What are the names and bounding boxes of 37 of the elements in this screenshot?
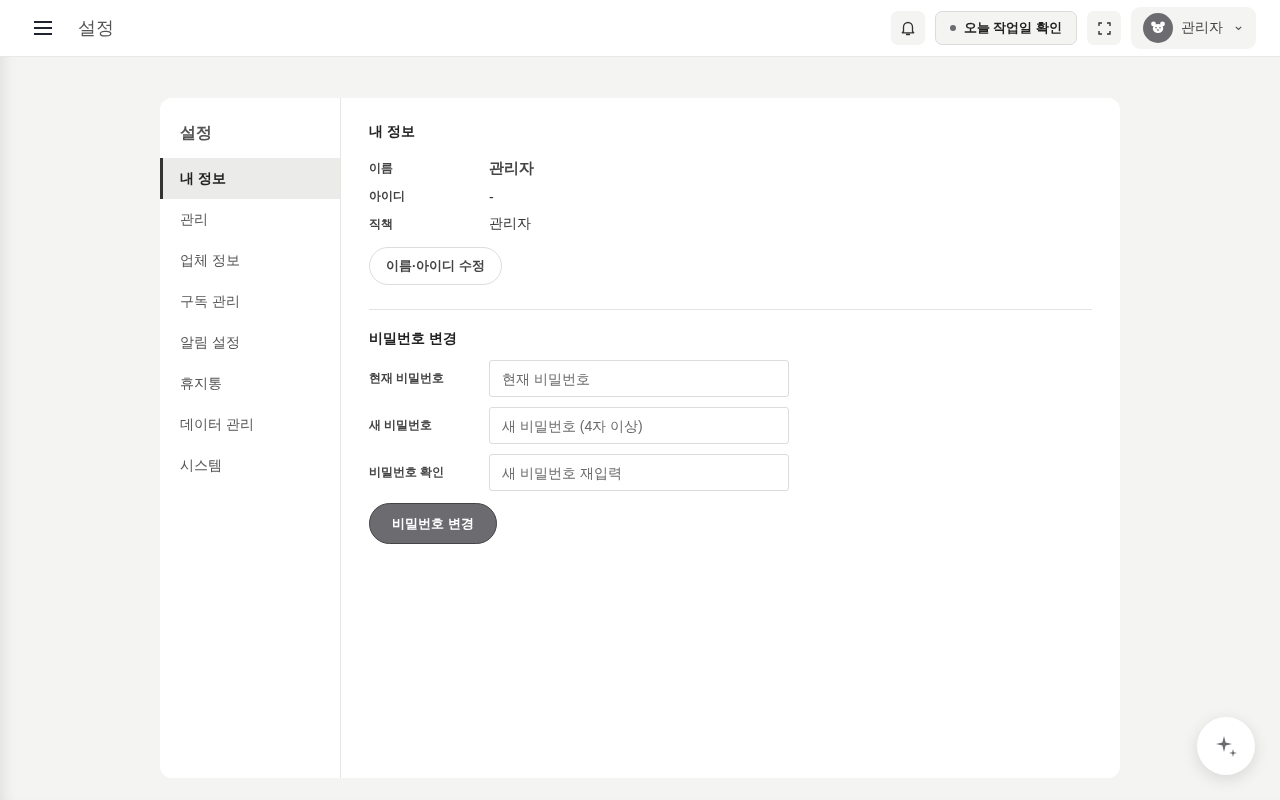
password-field[interactable]: 새 비밀번호 재입력 xyxy=(489,454,789,491)
field-value: 관리자 xyxy=(489,215,532,233)
menu-icon xyxy=(34,21,52,35)
sidebar-item[interactable]: 관리 xyxy=(160,199,340,240)
field-label: 현재 비밀번호 xyxy=(369,370,446,387)
sparkle-icon xyxy=(1215,735,1237,757)
sidebar-item[interactable]: 데이터 관리 xyxy=(160,404,340,445)
section-title: 내 정보 xyxy=(369,123,415,141)
field-value: - xyxy=(489,188,495,205)
field-label: 아이디 xyxy=(369,188,406,205)
fullscreen-icon xyxy=(1097,21,1111,35)
user-menu-button[interactable]: 관리자 xyxy=(1131,7,1256,49)
sidebar-item[interactable]: 시스템 xyxy=(160,445,340,486)
chevron-down-icon xyxy=(1235,25,1242,31)
section-title: 비밀번호 변경 xyxy=(369,330,457,348)
sidebar-item[interactable]: 알림 설정 xyxy=(160,322,340,363)
notification-button[interactable] xyxy=(890,11,925,45)
field-value: 관리자 xyxy=(489,159,534,178)
field-label: 비밀번호 확인 xyxy=(369,464,446,481)
status-dot-icon xyxy=(949,25,956,31)
workday-check-button[interactable]: 오늘 작업일 확인 xyxy=(934,11,1077,45)
sidebar-item[interactable]: 내 정보 xyxy=(160,158,340,199)
password-field[interactable]: 현재 비밀번호 xyxy=(489,360,789,397)
field-label: 이름 xyxy=(369,160,394,177)
bear-avatar-icon xyxy=(1143,13,1173,43)
field-label: 새 비밀번호 xyxy=(369,417,434,434)
field-label: 직책 xyxy=(369,215,394,233)
sidebar-item[interactable]: 휴지통 xyxy=(160,363,340,404)
fullscreen-button[interactable] xyxy=(1087,11,1121,45)
bell-icon xyxy=(900,20,915,36)
edit-name-button[interactable]: 이름·아이디 수정 xyxy=(369,247,502,285)
sidebar-item[interactable]: 구독 관리 xyxy=(160,281,340,322)
password-field[interactable]: 새 비밀번호 (4자 이상) xyxy=(489,407,789,444)
change-password-button[interactable]: 비밀번호 변경 xyxy=(369,503,497,544)
page-title: 설정 xyxy=(78,17,114,40)
sidebar-title: 설정 xyxy=(179,123,213,143)
sidebar-item[interactable]: 업체 정보 xyxy=(160,240,340,281)
